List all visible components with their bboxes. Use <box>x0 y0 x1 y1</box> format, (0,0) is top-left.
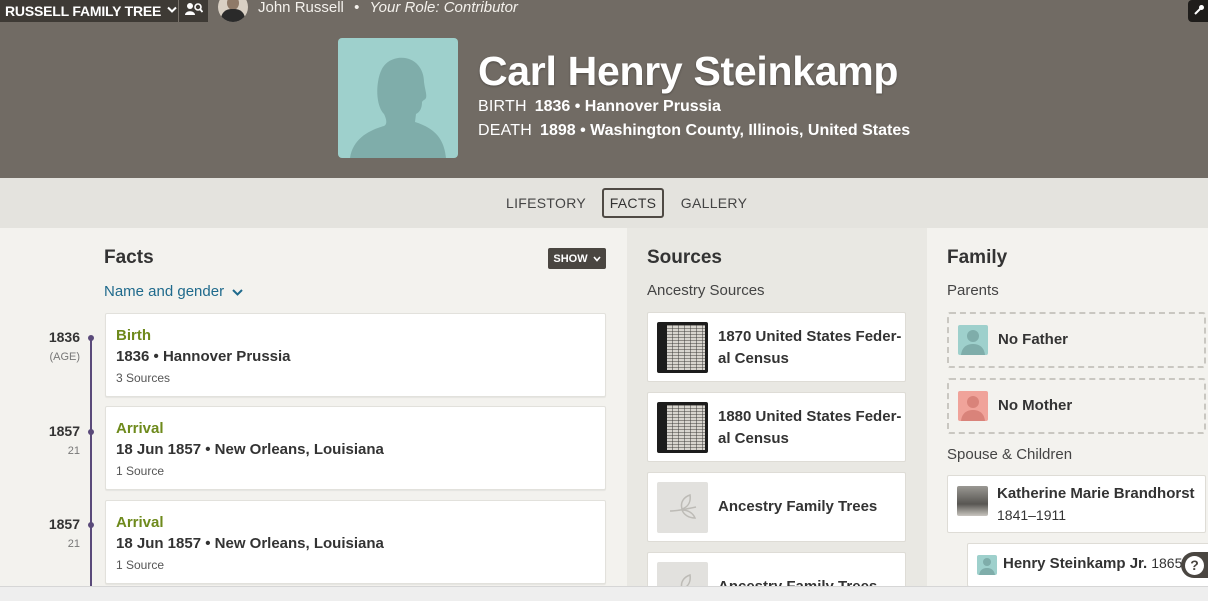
fact-card-arrival[interactable]: Arrival 18 Jun 1857 • New Orleans, Louis… <box>105 500 606 584</box>
separator-dot: • <box>354 0 360 16</box>
family-column: Family Parents No Father No Mother Spous… <box>927 228 1208 586</box>
fact-sources[interactable]: 3 Sources <box>116 371 170 385</box>
male-silhouette-icon <box>977 555 997 575</box>
ancestry-sources-label: Ancestry Sources <box>647 282 765 299</box>
timeline-age: 21 <box>67 538 80 550</box>
tab-facts[interactable]: FACTS <box>602 188 664 218</box>
facts-title: Facts <box>104 247 154 268</box>
child-name: Henry Steinkamp Jr. <box>1003 555 1148 572</box>
user-role: Your Role: Contributor <box>369 0 518 16</box>
fact-card-arrival[interactable]: Arrival 18 Jun 1857 • New Orleans, Louis… <box>105 406 606 490</box>
source-title: 1880 United States Feder-al Census <box>718 408 902 447</box>
fact-type: Arrival <box>116 420 164 437</box>
spouse-dates: 1841–1911 <box>997 507 1067 523</box>
timeline-age: (AGE) <box>49 351 80 363</box>
source-title: 1870 United States Feder-al Census <box>718 328 902 367</box>
timeline-year: 1836 <box>48 329 80 345</box>
user-name[interactable]: John Russell <box>258 0 344 16</box>
source-card[interactable]: 1870 United States Feder-al Census <box>647 312 906 382</box>
death-label: DEATH <box>478 122 533 139</box>
timeline-dot <box>88 522 94 528</box>
fact-sources[interactable]: 1 Source <box>116 464 164 478</box>
tab-gallery[interactable]: GALLERY <box>677 188 751 218</box>
fact-type: Arrival <box>116 514 164 531</box>
leaf-icon <box>657 562 708 586</box>
source-card[interactable]: Ancestry Family Trees <box>647 552 906 586</box>
wrench-icon <box>1193 4 1205 19</box>
birth-summary: BIRTH 1836 • Hannover Prussia <box>478 98 721 116</box>
show-label: SHOW <box>553 252 588 265</box>
timeline-year: 1857 <box>48 516 80 532</box>
tools-button[interactable] <box>1188 0 1208 22</box>
name-and-gender-label: Name and gender <box>104 283 225 300</box>
person-portrait[interactable] <box>338 38 458 158</box>
horizontal-scrollbar[interactable] <box>0 586 1208 601</box>
search-person-icon <box>184 2 203 21</box>
fact-detail: 1836 • Hannover Prussia <box>116 348 291 365</box>
sources-column: Sources Ancestry Sources 1870 United Sta… <box>627 228 927 586</box>
birth-value: 1836 • Hannover Prussia <box>534 98 721 115</box>
search-person-button[interactable] <box>178 0 208 22</box>
census-document-thumbnail <box>657 322 708 373</box>
spouse-name: Katherine Marie Brandhorst <box>997 485 1195 502</box>
person-name: Carl Henry Steinkamp <box>478 48 899 94</box>
source-card[interactable]: Ancestry Family Trees <box>647 472 906 542</box>
help-button[interactable]: ? <box>1181 552 1208 578</box>
facts-column: Facts SHOW Name and gender 1836 (AGE) Bi… <box>0 228 627 586</box>
timeline-age: 21 <box>67 445 80 457</box>
sources-title: Sources <box>647 247 722 268</box>
fact-type: Birth <box>116 327 151 344</box>
birth-label: BIRTH <box>478 98 527 115</box>
tree-selector-button[interactable]: RUSSELL FAMILY TREE <box>0 0 186 22</box>
death-summary: DEATH 1898 • Washington County, Illinois,… <box>478 122 910 140</box>
fact-sources[interactable]: 1 Source <box>116 558 164 572</box>
timeline-dot <box>88 429 94 435</box>
parents-label: Parents <box>947 282 999 299</box>
fact-detail: 18 Jun 1857 • New Orleans, Louisiana <box>116 535 384 552</box>
leaf-icon <box>657 482 708 533</box>
family-title: Family <box>947 247 1008 268</box>
timeline-line <box>90 336 92 586</box>
chevron-down-icon <box>232 283 243 300</box>
timeline-dot <box>88 335 94 341</box>
child-name-line: Henry Steinkamp Jr. 1865– <box>1003 555 1190 572</box>
child-card[interactable]: Henry Steinkamp Jr. 1865– <box>967 543 1208 586</box>
help-icon: ? <box>1185 555 1204 575</box>
male-silhouette-icon <box>958 325 988 355</box>
user-avatar[interactable] <box>218 0 248 22</box>
name-and-gender-toggle[interactable]: Name and gender <box>104 283 243 300</box>
chevron-down-icon <box>593 253 601 265</box>
tree-name: RUSSELL FAMILY TREE <box>5 3 162 19</box>
fact-detail: 18 Jun 1857 • New Orleans, Louisiana <box>116 441 384 458</box>
spouse-card[interactable]: Katherine Marie Brandhorst 1841–1911 <box>947 475 1206 533</box>
death-value: 1898 • Washington County, Illinois, Unit… <box>540 122 911 139</box>
add-mother-box[interactable]: No Mother <box>947 378 1206 434</box>
source-title: Ancestry Family Trees <box>718 576 903 586</box>
mother-label: No Mother <box>998 397 1073 414</box>
spouse-photo <box>957 486 988 516</box>
add-father-box[interactable]: No Father <box>947 312 1206 368</box>
fact-card-birth[interactable]: Birth 1836 • Hannover Prussia 3 Sources <box>105 313 606 397</box>
profile-tabs: LIFESTORY FACTS GALLERY <box>0 178 1208 228</box>
source-title: Ancestry Family Trees <box>718 498 878 515</box>
show-button[interactable]: SHOW <box>548 248 606 269</box>
father-label: No Father <box>998 331 1069 348</box>
source-card[interactable]: 1880 United States Feder-al Census <box>647 392 906 462</box>
spouse-children-label: Spouse & Children <box>947 446 1073 463</box>
person-header: RUSSELL FAMILY TREE John Russell • Your … <box>0 0 1208 178</box>
male-silhouette-icon <box>350 57 446 158</box>
census-document-thumbnail <box>657 402 708 453</box>
user-info: John Russell • Your Role: Contributor <box>258 0 518 16</box>
timeline-year: 1857 <box>48 423 80 439</box>
female-silhouette-icon <box>958 391 988 421</box>
chevron-down-icon <box>167 6 177 17</box>
tab-lifestory[interactable]: LIFESTORY <box>502 188 590 218</box>
